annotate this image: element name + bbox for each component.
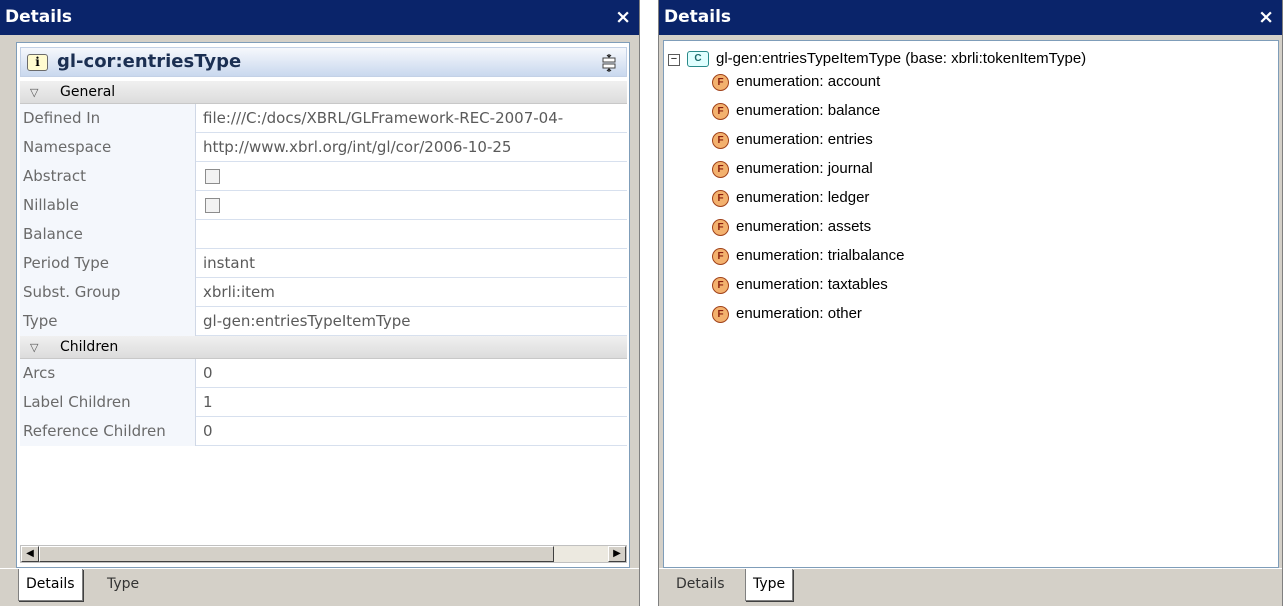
property-value: 0: [203, 364, 213, 382]
property-row[interactable]: Reference Children 0: [20, 417, 627, 446]
facet-label: enumeration: taxtables: [736, 276, 888, 293]
pane-splitter: [640, 0, 658, 606]
property-name: Label Children: [20, 388, 196, 417]
facet-icon: F: [712, 248, 729, 265]
property-row[interactable]: Type gl-gen:entriesTypeItemType: [20, 307, 627, 336]
nillable-checkbox[interactable]: [205, 198, 220, 213]
property-name: Reference Children: [20, 417, 196, 446]
facet-label: enumeration: account: [736, 73, 881, 90]
property-name: Type: [20, 307, 196, 336]
property-row[interactable]: Period Type instant: [20, 249, 627, 278]
property-name: Namespace: [20, 133, 196, 162]
property-grid: i gl-cor:entriesType ▽ General Defined I…: [16, 42, 630, 568]
property-row[interactable]: Nillable: [20, 191, 627, 220]
facet-icon: F: [712, 306, 729, 323]
facet-icon: F: [712, 219, 729, 236]
element-header: i gl-cor:entriesType: [20, 47, 627, 77]
property-row[interactable]: Balance: [20, 220, 627, 249]
property-value: [197, 191, 627, 220]
property-row[interactable]: Abstract: [20, 162, 627, 191]
section-label: Children: [60, 339, 119, 355]
facet-label: enumeration: balance: [736, 102, 881, 119]
tab-bar: Details Type: [0, 568, 639, 606]
complex-type-icon: C: [687, 51, 709, 67]
property-row[interactable]: Arcs 0: [20, 359, 627, 388]
facet-icon: F: [712, 74, 729, 91]
details-window-left: Details × i gl-cor:entriesType ▽ General…: [0, 0, 640, 606]
facet-label: enumeration: assets: [736, 218, 872, 235]
tab-type[interactable]: Type: [745, 569, 794, 601]
property-name: Arcs: [20, 359, 196, 388]
scroll-right-button[interactable]: ▶: [608, 546, 626, 562]
facet-icon: F: [712, 190, 729, 207]
property-value: 0: [203, 422, 213, 440]
title-bar: Details ×: [659, 0, 1282, 35]
scroll-left-button[interactable]: ◀: [21, 546, 39, 562]
abstract-checkbox[interactable]: [205, 169, 220, 184]
collapse-all-icon[interactable]: [602, 54, 616, 72]
property-row[interactable]: Subst. Group xbrli:item: [20, 278, 627, 307]
title-bar: Details ×: [0, 0, 639, 35]
facet-label: enumeration: trialbalance: [736, 247, 905, 264]
tab-details[interactable]: Details: [18, 569, 83, 601]
type-tree: − C gl-gen:entriesTypeItemType (base: xb…: [663, 40, 1279, 568]
property-name: Subst. Group: [20, 278, 196, 307]
property-value: [197, 162, 627, 191]
section-toggle-icon[interactable]: ▽: [30, 81, 38, 104]
property-value: [197, 220, 627, 249]
property-name: Balance: [20, 220, 196, 249]
property-list: ▽ General Defined In file:///C:/docs/XBRL…: [20, 81, 627, 446]
tab-details[interactable]: Details: [669, 569, 732, 601]
facet-icon: F: [712, 103, 729, 120]
details-window-right: Details × − C gl-gen:entriesTypeItemType…: [658, 0, 1283, 606]
info-icon: i: [27, 54, 48, 71]
property-value: file:///C:/docs/XBRL/GLFramework-REC-200…: [203, 109, 564, 127]
property-row[interactable]: Defined In file:///C:/docs/XBRL/GLFramewo…: [20, 104, 627, 133]
close-icon[interactable]: ×: [615, 0, 631, 35]
property-value: xbrli:item: [203, 283, 275, 301]
collapse-node-icon[interactable]: −: [668, 54, 680, 66]
property-value: gl-gen:entriesTypeItemType: [203, 312, 411, 330]
element-title: gl-cor:entriesType: [57, 51, 242, 72]
property-value: http://www.xbrl.org/int/gl/cor/2006-10-2…: [203, 138, 512, 156]
tab-type[interactable]: Type: [100, 569, 146, 601]
facet-label: enumeration: ledger: [736, 189, 870, 206]
property-name: Abstract: [20, 162, 196, 191]
property-name: Defined In: [20, 104, 196, 133]
facet-icon: F: [712, 277, 729, 294]
facet-icon: F: [712, 132, 729, 149]
property-name: Nillable: [20, 191, 196, 220]
property-value: instant: [203, 254, 255, 272]
window-title: Details: [5, 7, 73, 27]
close-icon[interactable]: ×: [1258, 0, 1274, 35]
property-value: 1: [203, 393, 213, 411]
section-toggle-icon[interactable]: ▽: [30, 336, 38, 359]
facet-label: enumeration: journal: [736, 160, 873, 177]
tab-bar: Details Type: [659, 568, 1282, 606]
section-general[interactable]: ▽ General: [20, 81, 627, 104]
property-row[interactable]: Namespace http://www.xbrl.org/int/gl/cor/…: [20, 133, 627, 162]
scrollbar-thumb[interactable]: [39, 546, 554, 562]
section-children[interactable]: ▽ Children: [20, 336, 627, 359]
section-label: General: [60, 84, 116, 100]
horizontal-scrollbar[interactable]: ◀ ▶: [20, 545, 627, 563]
facet-label: enumeration: other: [736, 305, 862, 322]
tree-root-label: gl-gen:entriesTypeItemType (base: xbrli:…: [716, 50, 1087, 67]
facet-icon: F: [712, 161, 729, 178]
facet-label: enumeration: entries: [736, 131, 873, 148]
window-title: Details: [664, 7, 732, 27]
property-name: Period Type: [20, 249, 196, 278]
property-row[interactable]: Label Children 1: [20, 388, 627, 417]
